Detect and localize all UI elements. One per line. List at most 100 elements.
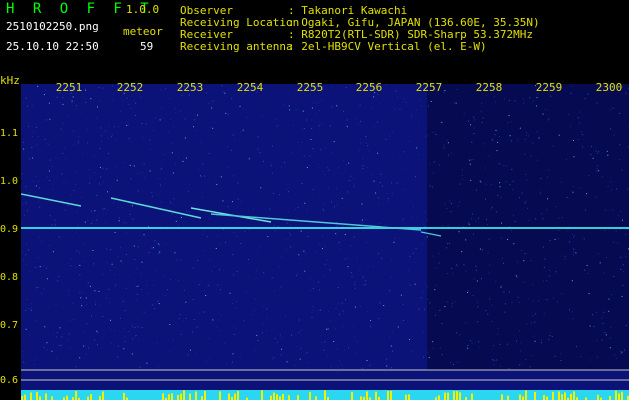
noise-speck [284, 103, 285, 105]
noise-speck [211, 107, 213, 109]
noise-speck [549, 239, 551, 241]
noise-speck [292, 124, 294, 126]
noise-speck [33, 131, 35, 133]
noise-speck [300, 230, 302, 232]
noise-speck [472, 159, 474, 161]
noise-speck [565, 159, 567, 161]
noise-speck [35, 185, 37, 187]
noise-speck [222, 91, 223, 93]
noise-speck [35, 320, 37, 322]
noise-speck [153, 130, 155, 132]
noise-speck [138, 339, 140, 341]
level-spike [552, 391, 554, 400]
noise-speck [224, 92, 226, 94]
noise-speck [111, 186, 113, 188]
noise-speck [207, 286, 209, 288]
noise-speck [135, 114, 136, 116]
noise-speck [217, 319, 219, 321]
noise-speck [392, 350, 394, 352]
noise-speck [599, 262, 601, 264]
noise-speck [105, 130, 107, 132]
noise-speck [208, 337, 210, 339]
noise-speck [37, 85, 39, 87]
noise-speck [182, 161, 184, 162]
noise-speck [118, 220, 120, 222]
noise-speck [528, 135, 530, 137]
noise-speck [344, 234, 346, 235]
noise-speck [206, 236, 208, 238]
noise-speck [596, 311, 598, 313]
noise-speck [396, 182, 398, 184]
noise-speck [22, 203, 24, 205]
noise-speck [166, 289, 168, 291]
noise-speck [416, 147, 418, 149]
noise-speck [46, 342, 48, 344]
noise-speck [429, 185, 431, 187]
noise-speck [169, 201, 171, 203]
noise-speck [175, 112, 177, 114]
noise-speck [573, 251, 575, 253]
level-spike [237, 390, 239, 400]
noise-speck [291, 334, 292, 336]
noise-speck [376, 121, 378, 123]
noise-speck [519, 364, 521, 366]
noise-speck [209, 358, 211, 359]
noise-speck [354, 352, 356, 354]
noise-speck [48, 170, 50, 172]
noise-speck [72, 96, 74, 98]
noise-speck [432, 172, 434, 174]
noise-speck [200, 176, 202, 178]
noise-speck [479, 180, 481, 182]
noise-speck [525, 174, 527, 176]
noise-speck [572, 311, 573, 313]
noise-speck [287, 211, 289, 213]
noise-speck [76, 231, 77, 233]
noise-speck [489, 264, 491, 266]
noise-speck [535, 218, 537, 220]
noise-speck [451, 303, 453, 305]
noise-speck [45, 89, 46, 91]
noise-speck [433, 161, 435, 163]
noise-speck [386, 192, 388, 194]
noise-speck [217, 235, 219, 237]
noise-speck [342, 310, 344, 312]
noise-speck [307, 236, 309, 238]
noise-speck [446, 139, 448, 141]
noise-speck [117, 345, 119, 347]
noise-speck [220, 243, 222, 244]
noise-speck [163, 274, 165, 276]
noise-speck [543, 313, 545, 315]
noise-speck [311, 316, 313, 318]
noise-speck [312, 148, 314, 150]
noise-speck [488, 155, 490, 157]
noise-speck [586, 265, 588, 266]
noise-speck [343, 349, 345, 351]
noise-speck [597, 152, 598, 154]
noise-speck [526, 323, 528, 325]
noise-speck [193, 319, 195, 320]
noise-speck [453, 101, 455, 103]
noise-speck [367, 166, 369, 168]
noise-speck [425, 136, 427, 137]
noise-speck [254, 298, 256, 300]
noise-speck [450, 202, 452, 204]
noise-speck [469, 163, 471, 165]
noise-speck [285, 239, 287, 241]
noise-speck [353, 184, 355, 186]
noise-speck [426, 220, 428, 222]
noise-speck [388, 135, 390, 137]
noise-speck [341, 197, 343, 199]
level-spike [102, 391, 104, 400]
noise-speck [184, 137, 186, 139]
level-spike [309, 392, 311, 400]
noise-speck [107, 191, 108, 193]
noise-speck [604, 230, 606, 232]
noise-speck [452, 273, 454, 275]
noise-speck [94, 210, 96, 212]
noise-speck [301, 183, 303, 184]
noise-speck [249, 156, 251, 158]
noise-speck [43, 288, 45, 290]
noise-speck [331, 152, 333, 154]
level-spike [30, 392, 32, 400]
noise-speck [459, 334, 461, 336]
